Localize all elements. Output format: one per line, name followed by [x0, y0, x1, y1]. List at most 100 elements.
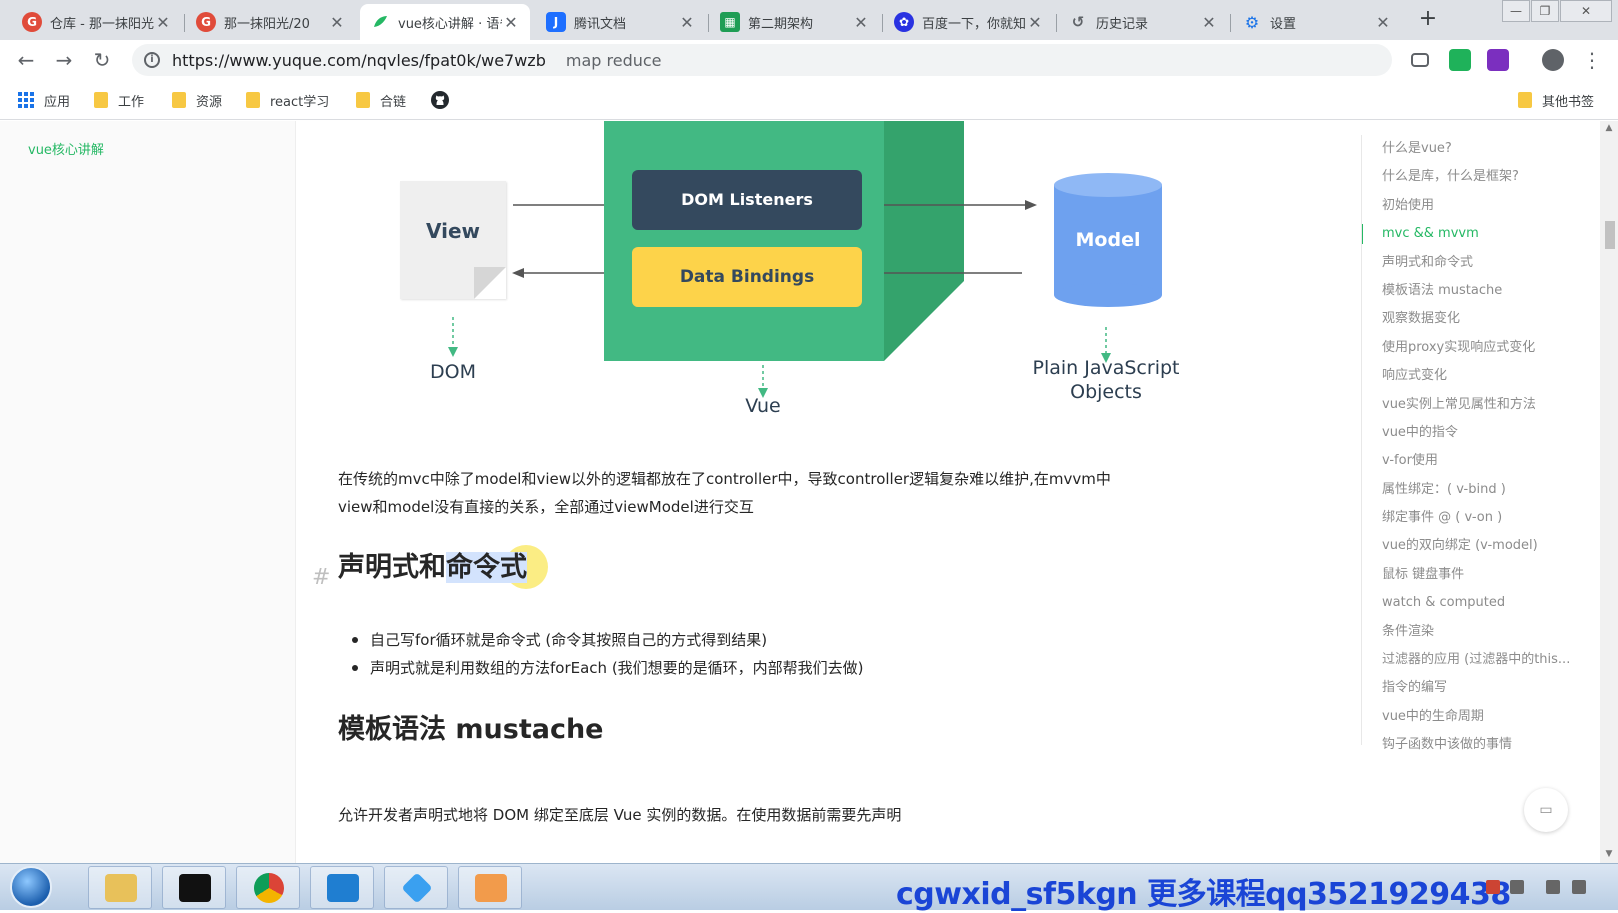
toc-item[interactable]: 绑定事件 @ ( v-on )	[1362, 504, 1601, 532]
close-icon[interactable]: ✕	[154, 13, 172, 32]
tab-history[interactable]: ↺ 历史记录 ✕	[1058, 4, 1228, 40]
tab-repo[interactable]: G 仓库 - 那一抹阳光 ✕	[12, 4, 182, 40]
bookmark-react[interactable]: react学习	[246, 90, 329, 110]
scroll-thumb[interactable]	[1605, 221, 1615, 249]
toc-item[interactable]: vue中的指令	[1362, 419, 1601, 447]
scroll-up-icon[interactable]: ▲	[1604, 123, 1614, 133]
camera-icon[interactable]	[1411, 53, 1429, 67]
close-icon[interactable]: ✕	[502, 13, 520, 32]
toc-item[interactable]: 什么是库，什么是框架?	[1362, 163, 1601, 191]
close-icon[interactable]: ✕	[1026, 13, 1044, 32]
address-bar[interactable]: i https://www.yuque.com/nqvles/fpat0k/we…	[132, 44, 1392, 76]
bookmark-label: 合链	[380, 94, 407, 110]
bookmark-work[interactable]: 工作	[94, 90, 144, 110]
bookmark-chain[interactable]: 合链	[356, 90, 406, 110]
tray-icon[interactable]	[1486, 880, 1500, 894]
tab-title: 腾讯文档	[574, 16, 627, 32]
toc-item[interactable]: 钩子函数中该做的事情	[1362, 731, 1601, 759]
toc-item[interactable]: 初始使用	[1362, 192, 1601, 220]
toc-item[interactable]: 响应式变化	[1362, 362, 1601, 390]
bookmark-label: 工作	[118, 94, 145, 110]
tab-yuque[interactable]: G 那一抹阳光/20 ✕	[186, 4, 356, 40]
tab-architecture[interactable]: ▦ 第二期架构 ✕	[710, 4, 880, 40]
tab-vue-core[interactable]: vue核心讲解 · 语雀 ✕	[360, 4, 530, 40]
bookmark-apps[interactable]: 应用	[18, 90, 70, 110]
mvc-paragraph: 在传统的mvc中除了model和view以外的逻辑都放在了controller中…	[338, 465, 1218, 521]
toc-item[interactable]: vue的双向绑定 (v-model)	[1362, 532, 1601, 560]
toc-item[interactable]: 声明式和命令式	[1362, 249, 1601, 277]
maximize-button[interactable]: ❐	[1531, 0, 1559, 22]
toc-item[interactable]: watch & computed	[1362, 589, 1601, 617]
back-button[interactable]: ←	[14, 48, 38, 72]
taskbar-terminal[interactable]	[162, 866, 226, 909]
toc-item[interactable]: v-for使用	[1362, 447, 1601, 475]
taskbar-sublime[interactable]	[458, 866, 522, 909]
model-label: Model	[1075, 229, 1141, 251]
network-icon[interactable]	[1572, 880, 1586, 894]
taskbar-vscode[interactable]	[310, 866, 374, 909]
reload-button[interactable]: ↻	[90, 48, 114, 72]
site-info-icon[interactable]: i	[144, 52, 160, 68]
close-icon[interactable]: ✕	[852, 13, 870, 32]
list-item: 声明式就是利用数组的方法forEach (我们想要的是循环，内部帮我们去做)	[352, 654, 864, 682]
taskbar-file-explorer[interactable]	[88, 866, 152, 909]
close-icon[interactable]: ✕	[328, 13, 346, 32]
heading-anchor-icon[interactable]: #	[312, 565, 330, 590]
chrome-icon	[254, 873, 284, 903]
scrollbar[interactable]: ▲ ▼	[1600, 121, 1618, 863]
toc-item[interactable]: 条件渲染	[1362, 618, 1601, 646]
page-fold	[474, 267, 506, 299]
toc-item[interactable]: 使用proxy实现响应式变化	[1362, 334, 1601, 362]
close-icon[interactable]: ✕	[1374, 13, 1392, 32]
url-suffix: map reduce	[565, 50, 662, 70]
profile-icon[interactable]	[1542, 49, 1564, 71]
toc-item[interactable]: 属性绑定：( v-bind )	[1362, 476, 1601, 504]
sheet-icon: ▦	[720, 12, 740, 32]
bookmark-github[interactable]	[430, 90, 450, 110]
toc-item[interactable]: 过滤器的应用 (过滤器中的this...	[1362, 646, 1601, 674]
back-to-top-button[interactable]: ▭	[1524, 788, 1568, 832]
tab-settings[interactable]: ⚙ 设置 ✕	[1232, 4, 1402, 40]
tab-baidu[interactable]: ✿ 百度一下，你就知道 ✕	[884, 4, 1054, 40]
toc-item[interactable]: vue实例上常见属性和方法	[1362, 391, 1601, 419]
tab-title: 历史记录	[1096, 16, 1149, 32]
bookmark-other[interactable]: 其他书签	[1518, 90, 1594, 110]
tab-separator	[1230, 14, 1231, 32]
taskbar-chrome[interactable]	[236, 866, 300, 909]
folder-icon	[94, 92, 108, 108]
minimize-button[interactable]: —	[1502, 0, 1530, 22]
taskbar-app[interactable]	[384, 866, 448, 909]
extension-purple-icon[interactable]	[1487, 49, 1509, 71]
window-close-button[interactable]: ✕	[1560, 0, 1612, 22]
toc-item[interactable]: 模板语法 mustache	[1362, 277, 1601, 305]
folder-icon	[246, 92, 260, 108]
forward-button[interactable]: →	[52, 48, 76, 72]
heading-template-syntax: 模板语法 mustache	[338, 714, 604, 745]
close-icon[interactable]: ✕	[678, 13, 696, 32]
close-icon[interactable]: ✕	[1200, 13, 1218, 32]
toc-item[interactable]: 什么是vue?	[1362, 135, 1601, 163]
bookmark-resources[interactable]: 资源	[172, 90, 222, 110]
plain-js-label-line2: Objects	[1070, 381, 1142, 403]
tab-tencent-docs[interactable]: J 腾讯文档 ✕	[536, 4, 706, 40]
doc-link[interactable]: vue核心讲解	[28, 139, 104, 158]
scroll-down-icon[interactable]: ▼	[1604, 849, 1614, 859]
toc-item[interactable]: mvc && mvvm	[1362, 220, 1601, 248]
toc-item[interactable]: 观察数据变化	[1362, 305, 1601, 333]
toc-item[interactable]: 指令的编写	[1362, 674, 1601, 702]
tab-title: 那一抹阳光/20	[224, 16, 310, 32]
start-button[interactable]	[10, 866, 52, 908]
selected-text: 命令式	[446, 552, 527, 583]
watermark-text: cgwxid_sf5kgn 更多课程qq3521929438	[896, 877, 1511, 912]
sublime-icon	[475, 874, 507, 902]
volume-icon[interactable]	[1546, 880, 1560, 894]
new-tab-button[interactable]: +	[1416, 8, 1440, 32]
tray-icon[interactable]	[1510, 880, 1524, 894]
toc-item[interactable]: vue中的生命周期	[1362, 703, 1601, 731]
more-menu-icon[interactable]: ⋮	[1580, 48, 1604, 72]
extension-green-icon[interactable]	[1449, 49, 1471, 71]
toc-item[interactable]: 鼠标 键盘事件	[1362, 561, 1601, 589]
history-icon: ↺	[1071, 13, 1085, 31]
url-text[interactable]: https://www.yuque.com/nqvles/fpat0k/we7w…	[172, 51, 546, 70]
github-icon	[431, 91, 449, 109]
